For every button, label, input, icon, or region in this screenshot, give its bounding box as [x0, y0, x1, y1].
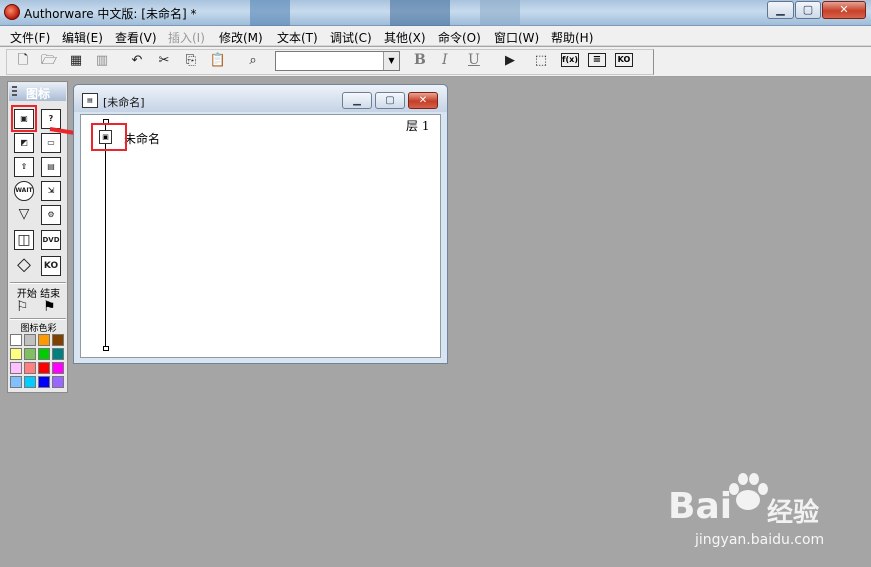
- color-swatch[interactable]: [38, 334, 50, 346]
- palette-divider: [10, 282, 66, 284]
- flowline[interactable]: [105, 123, 106, 349]
- paste-icon[interactable]: 📋: [209, 52, 227, 70]
- variables-icon[interactable]: ≡: [588, 53, 606, 67]
- icon-color-label: 图标色彩: [20, 324, 57, 334]
- toolbar: 🗋 🗁 ▦ ▥ ↶ ✂ ⎘ 📋 ⌕ ▼ B I U ▶ ⬚ f(x) ≡ KO: [0, 47, 871, 77]
- palette-header[interactable]: 图标: [9, 83, 66, 101]
- grip-icon[interactable]: [12, 86, 17, 98]
- watermark-url: jingyan.baidu.com: [695, 532, 825, 548]
- design-window[interactable]: ▤ [未命名] ▁ ▢ ✕ 层 1 ▣ 未命名: [73, 84, 448, 364]
- title-bar-decoration: [480, 0, 520, 26]
- menu-text[interactable]: 文本(T): [277, 29, 318, 46]
- minimize-button[interactable]: ▁: [767, 1, 794, 19]
- title-bar-decoration: [390, 0, 450, 26]
- watermark-logo: Bai: [668, 486, 733, 527]
- menu-window[interactable]: 窗口(W): [494, 29, 539, 46]
- color-swatch[interactable]: [52, 348, 64, 360]
- color-swatch[interactable]: [10, 376, 22, 388]
- find-icon[interactable]: ⌕: [244, 52, 262, 70]
- start-flag-icon[interactable]: ⚐: [16, 299, 29, 315]
- control-panel-icon[interactable]: ⬚: [532, 52, 550, 70]
- flow-icon-name[interactable]: 未命名: [124, 130, 160, 147]
- bold-button[interactable]: B: [414, 52, 426, 68]
- color-swatch[interactable]: [10, 348, 22, 360]
- title-bar[interactable]: Authorware 中文版: [未命名] * ▁ ▢ ✕: [0, 0, 871, 26]
- design-window-title: [未命名]: [103, 96, 145, 109]
- color-swatch[interactable]: [52, 376, 64, 388]
- design-close-button[interactable]: ✕: [408, 92, 438, 109]
- wait-icon[interactable]: WAIT: [14, 181, 34, 201]
- end-flag-icon[interactable]: ⚑: [43, 299, 56, 315]
- color-swatch[interactable]: [38, 376, 50, 388]
- menu-other[interactable]: 其他(X): [384, 29, 426, 46]
- flowline-canvas[interactable]: 层 1 ▣ 未命名: [80, 114, 441, 358]
- flowline-end-marker: [103, 346, 109, 351]
- design-window-icon: ▤: [82, 93, 98, 108]
- color-swatch[interactable]: [10, 334, 22, 346]
- menu-debug[interactable]: 调试(C): [330, 29, 372, 46]
- level-label: 层 1: [406, 119, 430, 133]
- maximize-button[interactable]: ▢: [795, 1, 821, 19]
- new-file-icon[interactable]: 🗋: [14, 52, 32, 70]
- copy-icon[interactable]: ⎘: [182, 52, 200, 70]
- menu-bar: 文件(F) 编辑(E) 查看(V) 插入(I) 修改(M) 文本(T) 调试(C…: [0, 26, 871, 46]
- highlight-box-palette: [11, 105, 37, 132]
- start-end-labels: 开始 结束: [10, 285, 67, 300]
- menu-insert[interactable]: 插入(I): [168, 29, 205, 46]
- text-style-combo[interactable]: ▼: [275, 51, 400, 71]
- save-all-icon[interactable]: ▦: [67, 52, 85, 70]
- map-icon[interactable]: ◫: [14, 230, 34, 250]
- motion-icon[interactable]: ?: [41, 109, 61, 129]
- baidu-paw-icon: [729, 473, 768, 510]
- menu-view[interactable]: 查看(V): [115, 29, 157, 46]
- interaction-icon[interactable]: ⚙: [41, 205, 61, 225]
- color-swatch[interactable]: [24, 362, 36, 374]
- highlight-box-flowline: [91, 123, 127, 151]
- color-swatch[interactable]: [52, 362, 64, 374]
- palette-divider: [10, 318, 66, 320]
- color-swatch[interactable]: [24, 348, 36, 360]
- erase-icon[interactable]: ◩: [14, 133, 34, 153]
- cut-icon[interactable]: ✂: [155, 52, 173, 70]
- menu-modify[interactable]: 修改(M): [219, 29, 263, 46]
- decision-icon[interactable]: ▽: [14, 205, 34, 225]
- title-bar-decoration: [250, 0, 290, 26]
- color-swatch[interactable]: [38, 362, 50, 374]
- design-window-titlebar[interactable]: ▤ [未命名] ▁ ▢ ✕: [74, 85, 447, 112]
- knowledge-object-icon[interactable]: KO: [41, 256, 61, 276]
- design-minimize-button[interactable]: ▁: [342, 92, 372, 109]
- undo-icon[interactable]: ↶: [128, 52, 146, 70]
- menu-help[interactable]: 帮助(H): [551, 29, 593, 46]
- window-title: Authorware 中文版: [未命名] *: [24, 7, 197, 21]
- knowledge-objects-button[interactable]: KO: [615, 53, 633, 67]
- close-button[interactable]: ✕: [822, 1, 866, 19]
- watermark-jingyan: 经验: [767, 498, 820, 528]
- color-swatch[interactable]: [10, 362, 22, 374]
- color-swatch[interactable]: [24, 376, 36, 388]
- framework-icon[interactable]: ⇲: [41, 181, 61, 201]
- wait-box-icon[interactable]: ▭: [41, 133, 61, 153]
- calc-icon[interactable]: ▤: [41, 157, 61, 177]
- decision-diamond-icon[interactable]: ◇: [14, 256, 34, 276]
- chevron-down-icon[interactable]: ▼: [383, 52, 399, 70]
- color-swatch[interactable]: [38, 348, 50, 360]
- italic-button[interactable]: I: [442, 52, 448, 68]
- dvd-icon[interactable]: DVD: [41, 230, 61, 250]
- color-swatch[interactable]: [24, 334, 36, 346]
- menu-file[interactable]: 文件(F): [10, 29, 50, 46]
- import-icon[interactable]: ▥: [93, 52, 111, 70]
- palette-title: 图标: [26, 87, 51, 101]
- menu-commands[interactable]: 命令(O): [438, 29, 481, 46]
- navigate-icon[interactable]: ⇧: [14, 157, 34, 177]
- authorware-app-icon[interactable]: [4, 4, 20, 20]
- functions-button[interactable]: f(x): [561, 53, 579, 67]
- design-maximize-button[interactable]: ▢: [375, 92, 405, 109]
- menu-edit[interactable]: 编辑(E): [62, 29, 103, 46]
- run-icon[interactable]: ▶: [501, 52, 519, 70]
- open-folder-icon[interactable]: 🗁: [40, 52, 58, 70]
- underline-button[interactable]: U: [468, 52, 480, 68]
- color-swatch[interactable]: [52, 334, 64, 346]
